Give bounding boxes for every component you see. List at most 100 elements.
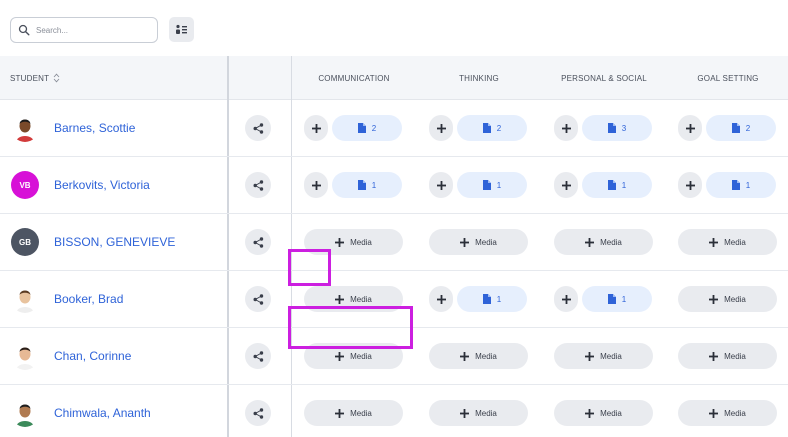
add-media-button[interactable]: Media (678, 286, 777, 312)
plus-icon (685, 180, 695, 190)
add-media-button[interactable]: Media (678, 343, 777, 369)
share-icon (253, 293, 263, 305)
evidence-count-button[interactable]: 1 (457, 172, 527, 198)
add-media-label: Media (350, 408, 372, 418)
column-header-student[interactable]: STUDENT (10, 56, 60, 100)
plus-icon (561, 123, 571, 133)
share-button[interactable] (245, 343, 271, 369)
evidence-count: 1 (745, 180, 751, 190)
student-name-link[interactable]: Chimwala, Ananth (54, 406, 151, 420)
add-evidence-button[interactable] (554, 172, 578, 198)
table-row: Chimwala, Ananth Media Media Media Media (0, 385, 788, 437)
evidence-count-button[interactable]: 1 (582, 286, 652, 312)
column-header-thinking: THINKING (459, 73, 499, 83)
competency-cell: Media (429, 343, 528, 369)
search-input[interactable] (36, 25, 146, 35)
plus-icon (585, 237, 595, 247)
plus-icon (585, 408, 595, 418)
plus-icon (335, 237, 345, 247)
add-media-button[interactable]: Media (554, 229, 653, 255)
add-media-label: Media (475, 351, 497, 361)
plus-icon (335, 294, 345, 304)
add-evidence-button[interactable] (304, 115, 328, 141)
student-name-link[interactable]: Chan, Corinne (54, 349, 131, 363)
plus-icon (685, 123, 695, 133)
search-box[interactable] (10, 17, 158, 43)
competency-cell: 1 (429, 172, 528, 198)
competency-cell: Media (678, 286, 777, 312)
competency-cell: Media (678, 400, 777, 426)
add-media-button[interactable]: Media (429, 229, 528, 255)
add-media-button[interactable]: Media (554, 343, 653, 369)
competency-cell: Media (429, 400, 528, 426)
add-media-label: Media (600, 351, 622, 361)
share-button[interactable] (245, 286, 271, 312)
competency-cell: 2 (678, 115, 777, 141)
plus-icon (311, 180, 321, 190)
add-evidence-button[interactable] (429, 286, 453, 312)
highlight-box (288, 306, 413, 349)
add-evidence-button[interactable] (554, 286, 578, 312)
evidence-count-button[interactable]: 2 (332, 115, 402, 141)
competency-cell: Media (304, 400, 403, 426)
add-media-button[interactable]: Media (429, 400, 528, 426)
competency-cell: 1 (554, 172, 653, 198)
share-button[interactable] (245, 400, 271, 426)
add-evidence-button[interactable] (304, 172, 328, 198)
add-media-label: Media (724, 237, 746, 247)
competency-cell: 1 (429, 286, 528, 312)
competency-cell: Media (554, 400, 653, 426)
column-header-goal-setting: GOAL SETTING (697, 73, 759, 83)
add-media-button[interactable]: Media (678, 400, 777, 426)
document-icon (482, 180, 491, 190)
evidence-count-button[interactable]: 2 (706, 115, 776, 141)
student-name-link[interactable]: BISSON, GENEVIEVE (54, 235, 175, 249)
add-media-label: Media (724, 408, 746, 418)
evidence-count: 1 (496, 180, 502, 190)
add-evidence-button[interactable] (678, 172, 702, 198)
filter-sort-button[interactable] (169, 17, 194, 42)
evidence-count-button[interactable]: 1 (582, 172, 652, 198)
add-media-button[interactable]: Media (429, 343, 528, 369)
add-evidence-button[interactable] (429, 172, 453, 198)
add-media-label: Media (350, 351, 372, 361)
share-button[interactable] (245, 172, 271, 198)
column-header-student-label: STUDENT (10, 73, 50, 83)
evidence-count-button[interactable]: 1 (332, 172, 402, 198)
student-name-link[interactable]: Booker, Brad (54, 292, 123, 306)
add-evidence-button[interactable] (554, 115, 578, 141)
evidence-count: 1 (496, 294, 502, 304)
add-media-label: Media (600, 408, 622, 418)
evidence-count: 1 (621, 180, 627, 190)
add-evidence-button[interactable] (678, 115, 702, 141)
avatar-photo-icon (11, 342, 39, 370)
add-media-button[interactable]: Media (554, 400, 653, 426)
add-evidence-button[interactable] (429, 115, 453, 141)
search-icon (18, 24, 30, 36)
student-name-link[interactable]: Barnes, Scottie (54, 121, 135, 135)
plus-icon (436, 180, 446, 190)
plus-icon (311, 123, 321, 133)
add-media-label: Media (600, 237, 622, 247)
document-icon (482, 294, 491, 304)
share-button[interactable] (245, 115, 271, 141)
document-icon (482, 123, 491, 133)
add-media-button[interactable]: Media (678, 229, 777, 255)
table-row: GB BISSON, GENEVIEVE Media Media Media Media (0, 214, 788, 271)
add-media-label: Media (350, 237, 372, 247)
student-name-link[interactable]: Berkovits, Victoria (54, 178, 150, 192)
avatar-photo-icon (11, 114, 39, 142)
evidence-count-button[interactable]: 3 (582, 115, 652, 141)
evidence-count-button[interactable]: 2 (457, 115, 527, 141)
avatar-initials: GB (19, 237, 31, 247)
share-icon (253, 350, 263, 362)
share-button[interactable] (245, 229, 271, 255)
plus-icon (460, 237, 470, 247)
document-icon (607, 180, 616, 190)
document-icon (357, 123, 366, 133)
document-icon (607, 123, 616, 133)
evidence-count-button[interactable]: 1 (457, 286, 527, 312)
share-icon (253, 407, 263, 419)
add-media-button[interactable]: Media (304, 400, 403, 426)
evidence-count-button[interactable]: 1 (706, 172, 776, 198)
